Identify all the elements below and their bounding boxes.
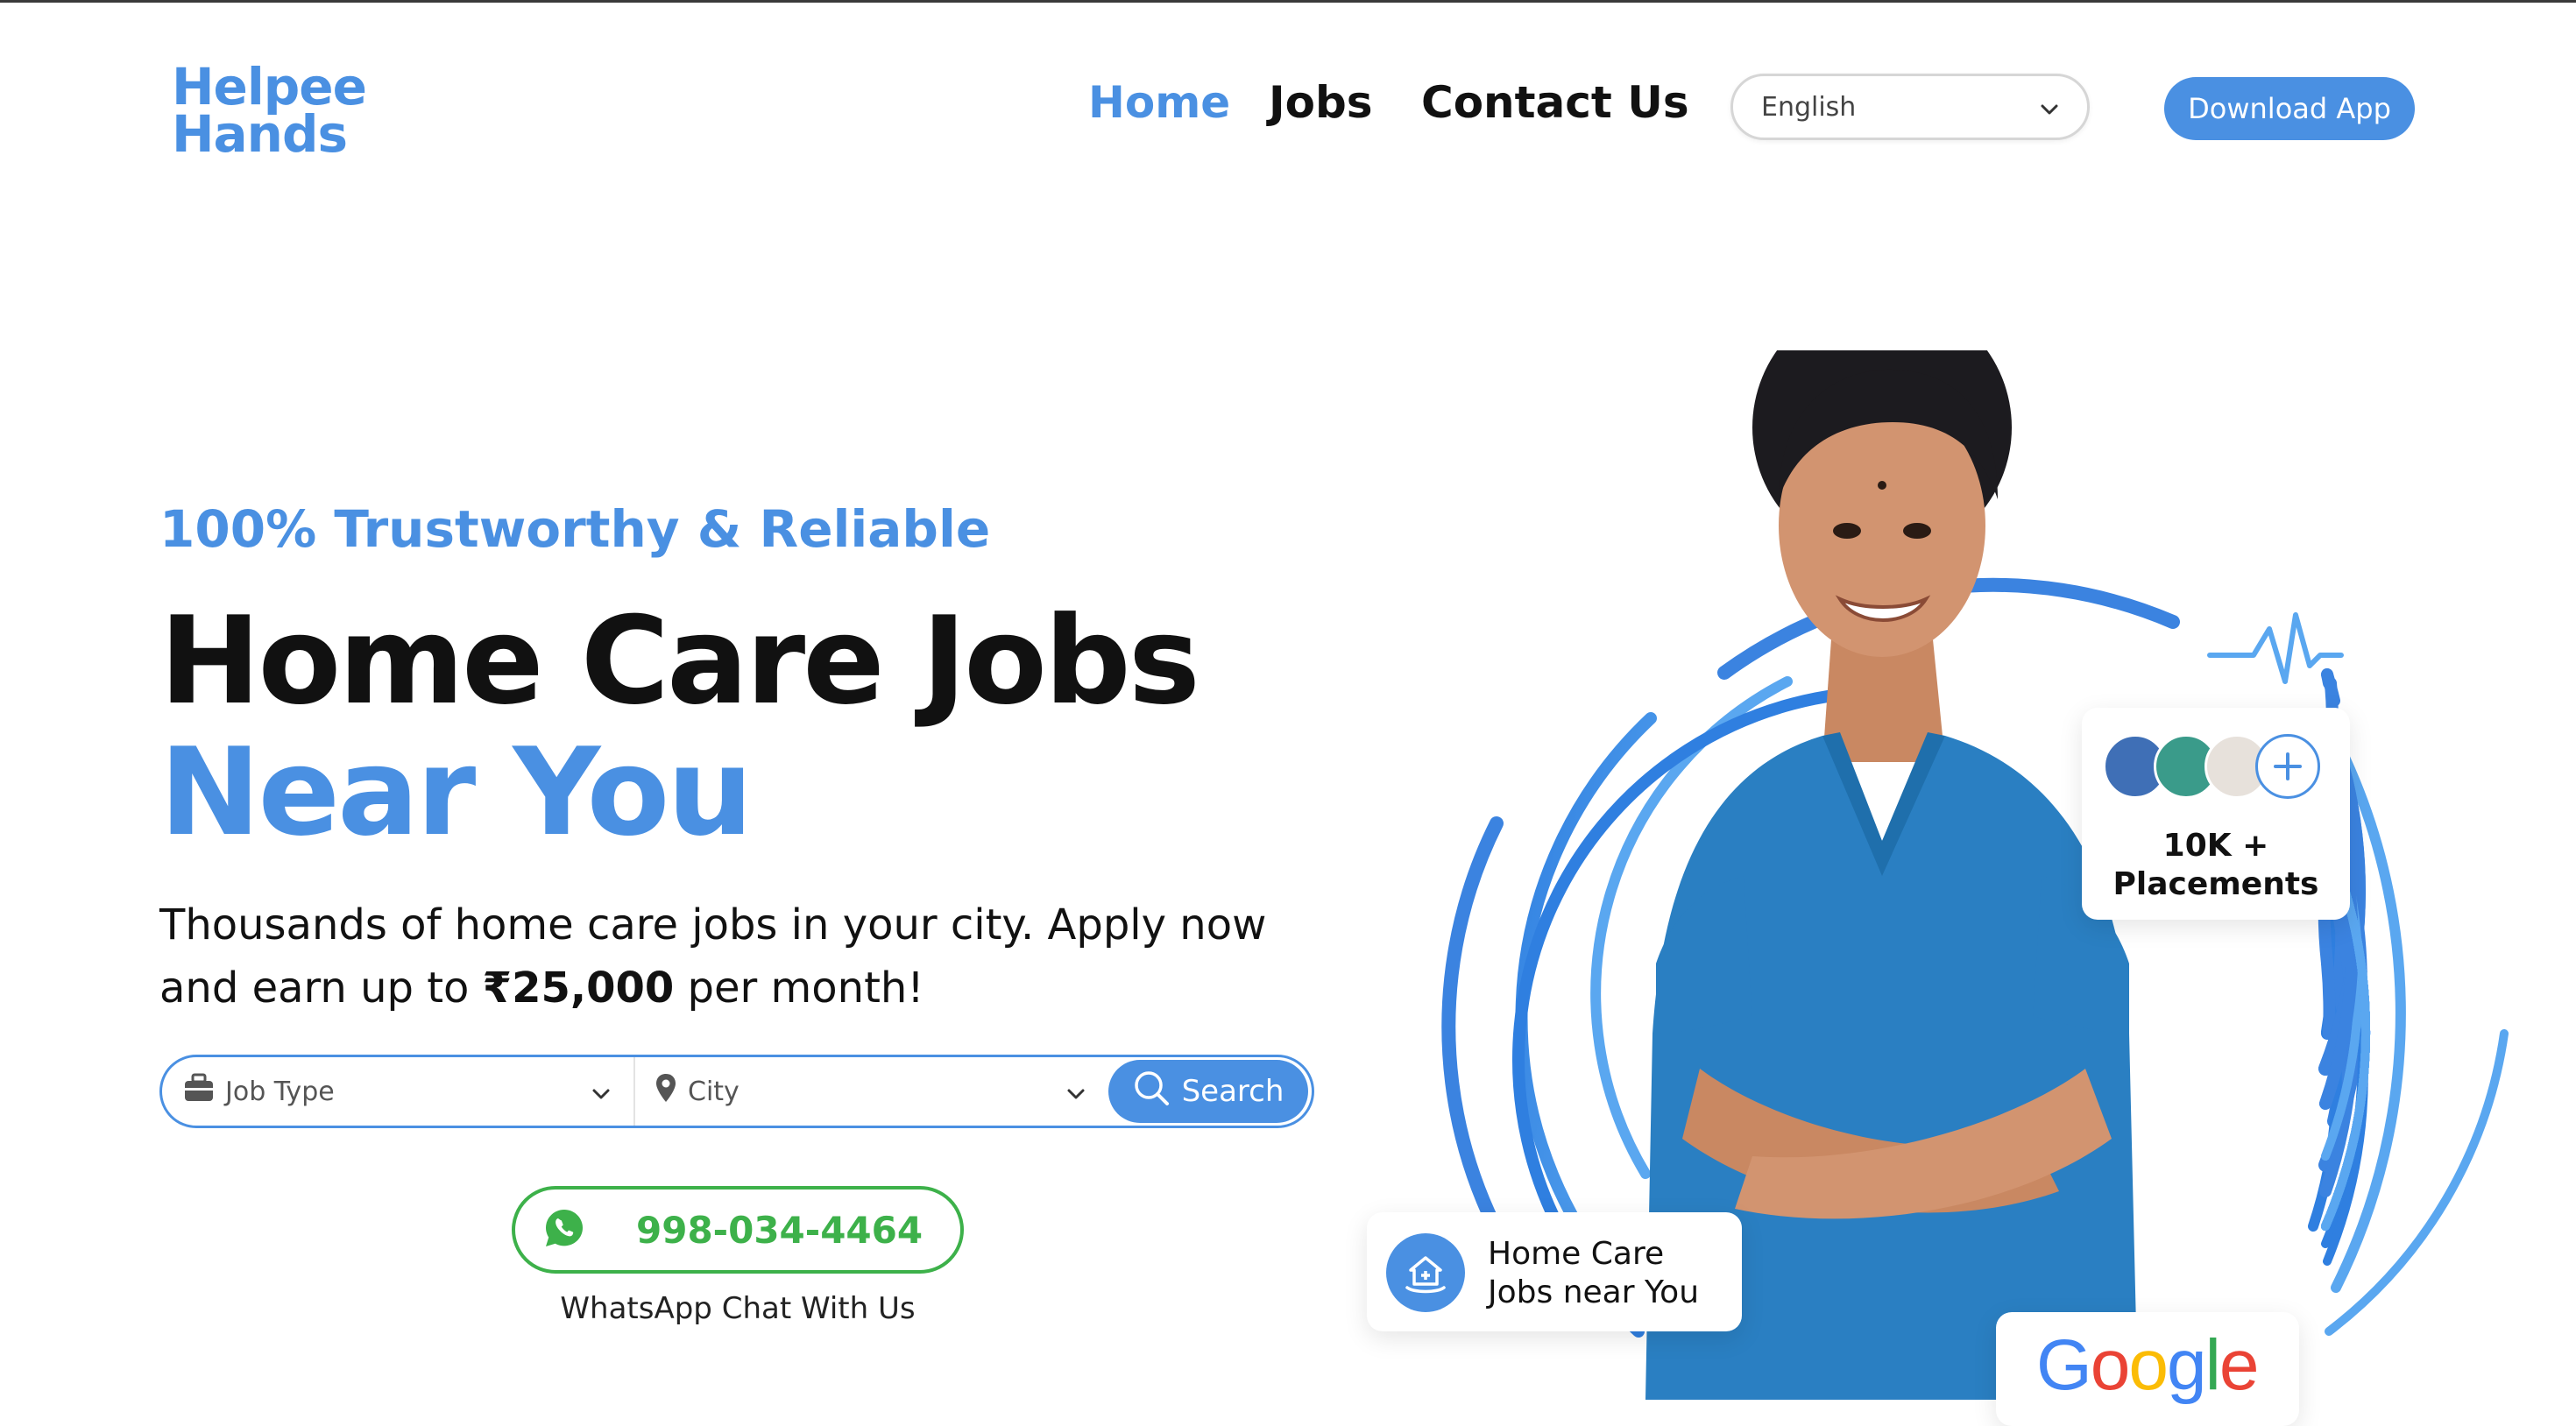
heartbeat-icon [2207,612,2344,684]
briefcase-icon [183,1073,215,1110]
chevron-down-icon [591,1077,611,1107]
search-button[interactable]: Search [1108,1060,1308,1123]
home-care-badge-text: Home Care Jobs near You [1488,1235,1699,1312]
placements-count: 10K + [2162,828,2269,864]
whatsapp-caption: WhatsApp Chat With Us [560,1291,916,1326]
download-app-button[interactable]: Download App [2164,77,2415,140]
hero-visual: 10K + Placements Home Care Jobs near You… [1367,350,2576,1426]
nav-home-link[interactable]: Home [1088,77,1230,128]
hero-title-line1: Home Care Jobs [159,590,1200,731]
home-care-badge-line1: Home Care [1488,1236,1665,1272]
hero-description-end: per month! [674,964,924,1013]
chevron-down-icon [2040,92,2059,123]
brand-logo[interactable]: Helpee Hands [172,57,367,164]
whatsapp-number: 998-034-4464 [636,1208,924,1252]
hero-salary-amount: ₹25,000 [482,964,675,1013]
location-pin-icon [655,1072,677,1111]
nav-jobs[interactable]: Jobs [1269,77,1373,128]
whatsapp-icon [543,1207,585,1253]
chevron-down-icon [1066,1077,1086,1107]
search-icon [1133,1070,1170,1114]
home-care-badge-line2: Jobs near You [1488,1274,1700,1310]
google-logo: Google [2036,1325,2259,1405]
brand-logo-line1: Helpee [172,57,367,116]
placements-card: 10K + Placements [2082,708,2350,920]
home-care-badge: Home Care Jobs near You [1367,1212,1742,1331]
job-type-select[interactable]: Job Type [162,1057,635,1126]
browser-top-border [0,0,2576,3]
hero-tagline: 100% Trustworthy & Reliable [159,499,991,559]
nav-contact-us-link[interactable]: Contact Us [1421,77,1689,128]
home-care-icon [1386,1233,1465,1312]
search-button-label: Search [1181,1074,1284,1109]
city-placeholder: City [688,1076,740,1107]
language-select[interactable]: English [1730,74,2090,140]
placement-avatars [2103,734,2320,799]
placements-stat: 10K + Placements [2082,827,2350,904]
placements-label: Placements [2112,866,2319,902]
plus-icon [2255,734,2320,799]
brand-logo-line2: Hands [172,104,348,164]
hero-description: Thousands of home care jobs in your city… [159,893,1334,1020]
nav-contact-us[interactable]: Contact Us [1421,77,1689,128]
hero-title: Home Care Jobs Near You [159,590,1200,863]
city-select[interactable]: City [635,1057,1108,1126]
nav-jobs-link[interactable]: Jobs [1269,77,1373,128]
job-type-placeholder: Job Type [225,1076,335,1107]
language-select-value: English [1761,91,1857,123]
hero-title-line2: Near You [159,722,754,863]
whatsapp-chat-button[interactable]: 998-034-4464 [512,1186,964,1274]
nav-home[interactable]: Home [1088,77,1230,128]
google-badge: Google [1996,1312,2299,1426]
job-search-bar: Job Type City Search [159,1055,1314,1128]
